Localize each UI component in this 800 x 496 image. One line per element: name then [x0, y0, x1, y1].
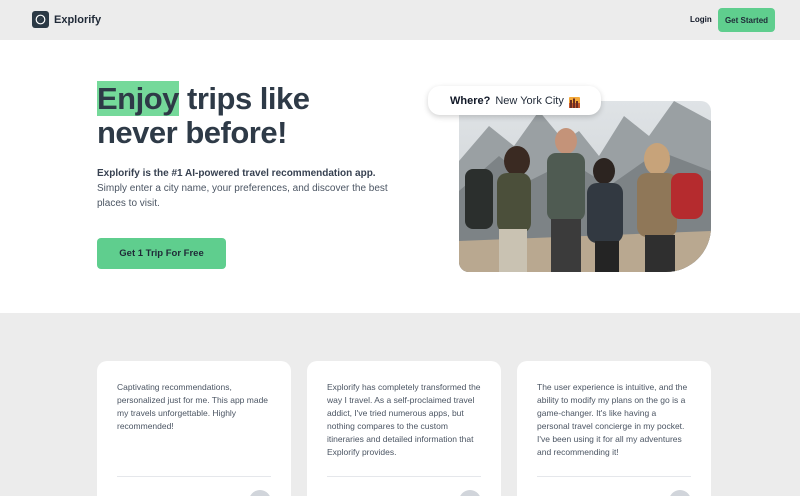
- testimonial-card: Explorify has completely transformed the…: [307, 361, 501, 496]
- login-link[interactable]: Login: [690, 15, 712, 24]
- top-nav: Explorify Login Get Started: [0, 0, 800, 40]
- testimonial-card: The user experience is intuitive, and th…: [517, 361, 711, 496]
- city-sunset-icon: [568, 95, 580, 108]
- free-trip-button[interactable]: Get 1 Trip For Free: [97, 238, 226, 269]
- hero-travelers-photo: [459, 101, 711, 272]
- testimonial-text: Captivating recommendations, personalize…: [117, 382, 269, 431]
- brand-logo[interactable]: Explorify: [32, 11, 101, 28]
- hero-description: Explorify is the #1 AI-powered travel re…: [97, 166, 397, 211]
- compass-logo-icon: [32, 11, 49, 28]
- destination-search-chip[interactable]: Where? New York City: [428, 86, 601, 115]
- card-divider: [117, 476, 271, 477]
- testimonial-text: Explorify has completely transformed the…: [327, 382, 481, 457]
- hero-title-highlight: Enjoy: [97, 81, 179, 116]
- card-divider: [537, 476, 691, 477]
- avatar: [249, 490, 271, 496]
- testimonial-text: The user experience is intuitive, and th…: [537, 382, 688, 457]
- card-divider: [327, 476, 481, 477]
- get-started-button[interactable]: Get Started: [718, 8, 775, 32]
- where-label: Where?: [450, 94, 491, 107]
- hero-description-bold: Explorify is the #1 AI-powered travel re…: [97, 168, 376, 179]
- testimonial-card: Captivating recommendations, personalize…: [97, 361, 291, 496]
- brand-name: Explorify: [54, 13, 102, 26]
- hero-description-rest: Simply enter a city name, your preferenc…: [97, 183, 388, 209]
- hero-title: Enjoy trips like never before!: [97, 81, 397, 150]
- avatar: [459, 490, 481, 496]
- destination-value: New York City: [495, 94, 564, 107]
- avatar: [669, 490, 691, 496]
